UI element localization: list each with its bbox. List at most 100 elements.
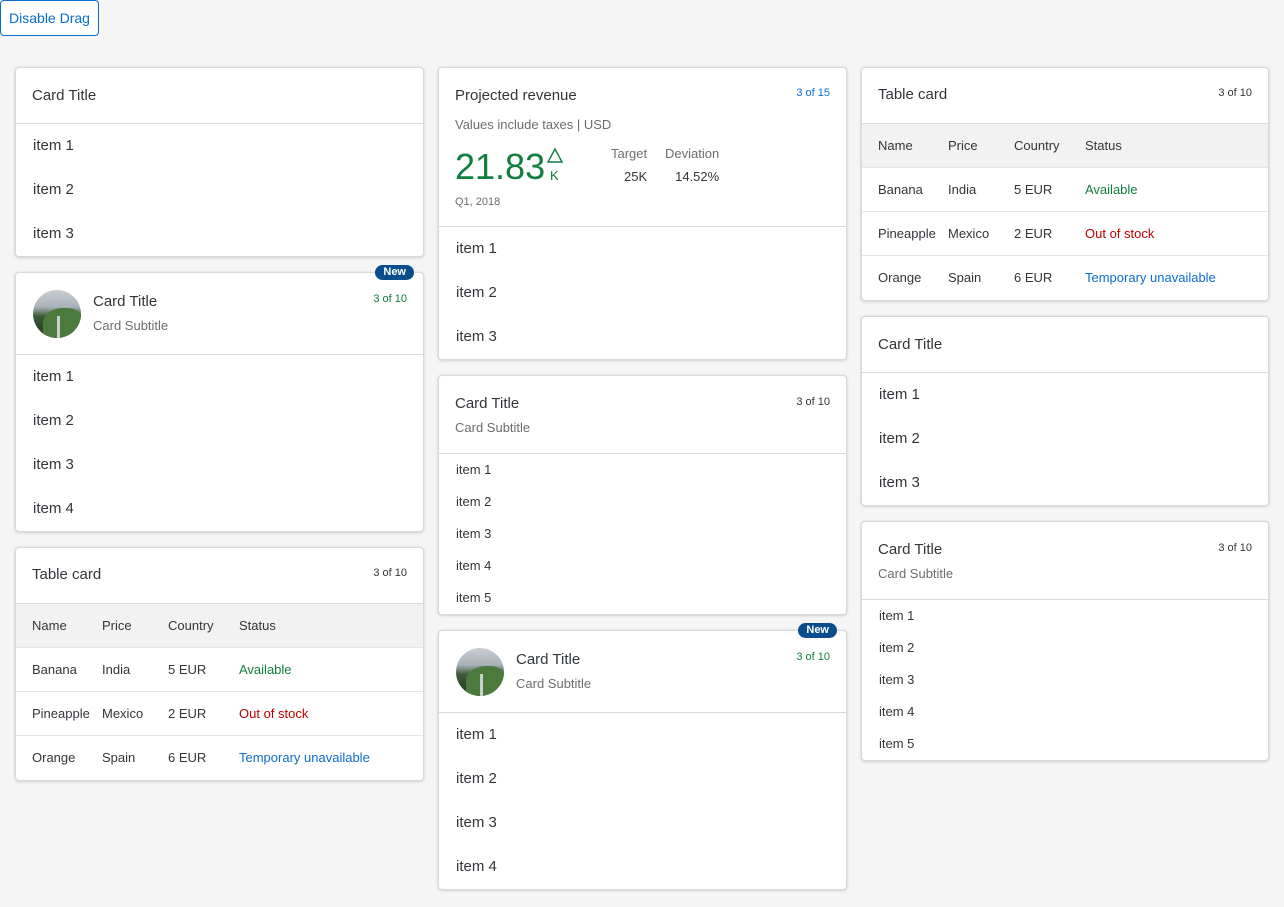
card-status: 3 of 10 [796, 651, 830, 663]
list-item[interactable]: item 3 [16, 212, 423, 256]
card-title: Projected revenue [455, 87, 577, 104]
side-indicator-label: Target [611, 146, 648, 161]
table-row[interactable]: Banana India 5 EUR Available [862, 167, 1268, 212]
cell-country: 6 EUR [168, 750, 207, 766]
card-list: item 1 item 2 item 3 item 4 item 5 [862, 600, 1268, 760]
cell-status: Temporary unavailable [1085, 270, 1216, 286]
list-item[interactable]: item 1 [439, 713, 846, 757]
card-header[interactable]: Projected revenue Values include taxes |… [439, 68, 846, 227]
list-card: Card Title Card Subtitle 3 of 10 item 1 … [438, 375, 847, 615]
cell-price: Spain [102, 750, 136, 766]
list-item[interactable]: item 1 [439, 454, 846, 486]
card-header[interactable]: Table card 3 of 10 [16, 548, 423, 603]
list-item[interactable]: item 1 [439, 227, 846, 271]
card-status: 3 of 15 [796, 87, 830, 99]
card-title: Card Title [878, 540, 943, 558]
card-title: Table card [32, 566, 102, 583]
cell-name: Banana [16, 647, 102, 692]
card-header[interactable]: Card Title Card Subtitle 3 of 10 [862, 522, 1268, 600]
list-item[interactable]: item 3 [862, 664, 1268, 696]
cell-price: Spain [948, 270, 982, 286]
column-header-country: Country [1014, 123, 1085, 168]
disable-drag-button[interactable]: Disable Drag [0, 0, 99, 36]
list-item[interactable]: item 4 [439, 550, 846, 582]
cell-status: Available [1085, 167, 1268, 212]
card-list: item 1 item 2 item 3 [862, 373, 1268, 505]
list-item[interactable]: item 4 [439, 845, 846, 889]
list-item[interactable]: item 3 [439, 801, 846, 845]
list-item[interactable]: item 1 [862, 373, 1268, 417]
card-status: 3 of 10 [373, 293, 407, 305]
column-header-status: Status [1085, 123, 1268, 168]
card-header[interactable]: Card Title Card Subtitle 3 of 10 [16, 273, 423, 355]
list-item[interactable]: item 2 [439, 271, 846, 315]
table-row[interactable]: Banana India 5 EUR Available [16, 647, 423, 692]
analytical-card: Projected revenue Values include taxes |… [438, 67, 847, 360]
table-row[interactable]: Pineapple Mexico 2 EUR Out of stock [16, 691, 423, 736]
cell-country: 5 EUR [168, 647, 239, 692]
list-item[interactable]: item 3 [16, 443, 423, 487]
column-header-name: Name [16, 603, 102, 648]
table-row[interactable]: Orange Spain 6 EUR Temporary unavailable [862, 256, 1268, 300]
list-item[interactable]: item 2 [439, 486, 846, 518]
card-list: item 1 item 2 item 3 item 4 item 5 [439, 454, 846, 614]
card-title: Table card [878, 86, 948, 103]
list-item[interactable]: item 1 [16, 124, 423, 168]
card-header[interactable]: Card Title Card Subtitle 3 of 10 [439, 631, 846, 713]
cell-price: India [948, 167, 1014, 212]
card-header[interactable]: Card Title [16, 68, 423, 124]
list-item[interactable]: item 1 [862, 600, 1268, 632]
table-card: Table card 3 of 10 Name Price Country St… [15, 547, 424, 781]
cell-country: 2 EUR [168, 691, 239, 736]
product-table: Name Price Country Status Banana India 5… [862, 123, 1268, 300]
product-table: Name Price Country Status Banana India 5… [16, 603, 423, 780]
cell-country: 6 EUR [1014, 270, 1053, 286]
column-header-country: Country [168, 603, 239, 648]
list-item[interactable]: item 1 [16, 355, 423, 399]
list-item[interactable]: item 2 [439, 757, 846, 801]
card-header[interactable]: Card Title Card Subtitle 3 of 10 [439, 376, 846, 454]
card-status: 3 of 10 [796, 396, 830, 408]
table-card: Table card 3 of 10 Name Price Country St… [861, 67, 1269, 301]
cell-name: Banana [862, 167, 948, 212]
side-indicator-value: 25K [624, 169, 648, 184]
list-item[interactable]: item 2 [862, 417, 1268, 461]
list-item[interactable]: item 2 [16, 168, 423, 212]
cell-price: Mexico [102, 691, 168, 736]
cell-name: Orange [878, 270, 922, 286]
list-item[interactable]: item 2 [862, 632, 1268, 664]
table-row[interactable]: Orange Spain 6 EUR Temporary unavailable [16, 736, 423, 780]
list-item[interactable]: item 5 [862, 728, 1268, 760]
avatar-list-card: New Card Title Card Subtitle 3 of 10 ite… [15, 265, 424, 532]
card-list: item 1 item 2 item 3 [439, 227, 846, 359]
list-item[interactable]: item 5 [439, 582, 846, 614]
card-subtitle: Values include taxes | USD [455, 117, 612, 132]
column-header-price: Price [948, 123, 1014, 168]
new-badge: New [798, 623, 837, 638]
card-subtitle: Card Subtitle [93, 318, 169, 333]
list-item[interactable]: item 3 [439, 518, 846, 550]
kpi-scale: K [550, 168, 559, 183]
table-row[interactable]: Pineapple Mexico 2 EUR Out of stock [862, 211, 1268, 256]
cell-status: Available [239, 647, 423, 692]
card-title: Card Title [455, 395, 520, 412]
cell-country: 5 EUR [1014, 167, 1085, 212]
card-header[interactable]: Table card 3 of 10 [862, 68, 1268, 123]
column-header-price: Price [102, 603, 168, 648]
card-subtitle: Card Subtitle [878, 565, 954, 581]
card-list: item 1 item 2 item 3 item 4 [439, 713, 846, 889]
list-item[interactable]: item 4 [862, 696, 1268, 728]
list-item[interactable]: item 3 [439, 315, 846, 359]
card-title: Card Title [32, 87, 97, 104]
card-status: 3 of 10 [373, 567, 407, 579]
side-indicator-deviation: Deviation 14.52% [665, 146, 719, 184]
list-item[interactable]: item 3 [862, 461, 1268, 505]
side-indicator-value: 14.52% [675, 169, 720, 184]
list-card: Card Title item 1 item 2 item 3 [861, 315, 1269, 506]
list-item[interactable]: item 2 [16, 399, 423, 443]
list-item[interactable]: item 4 [16, 487, 423, 531]
side-indicator-label: Deviation [665, 146, 720, 161]
card-header[interactable]: Card Title [862, 317, 1268, 373]
cell-status: Temporary unavailable [239, 750, 370, 766]
card-list: item 1 item 2 item 3 item 4 [16, 355, 423, 531]
